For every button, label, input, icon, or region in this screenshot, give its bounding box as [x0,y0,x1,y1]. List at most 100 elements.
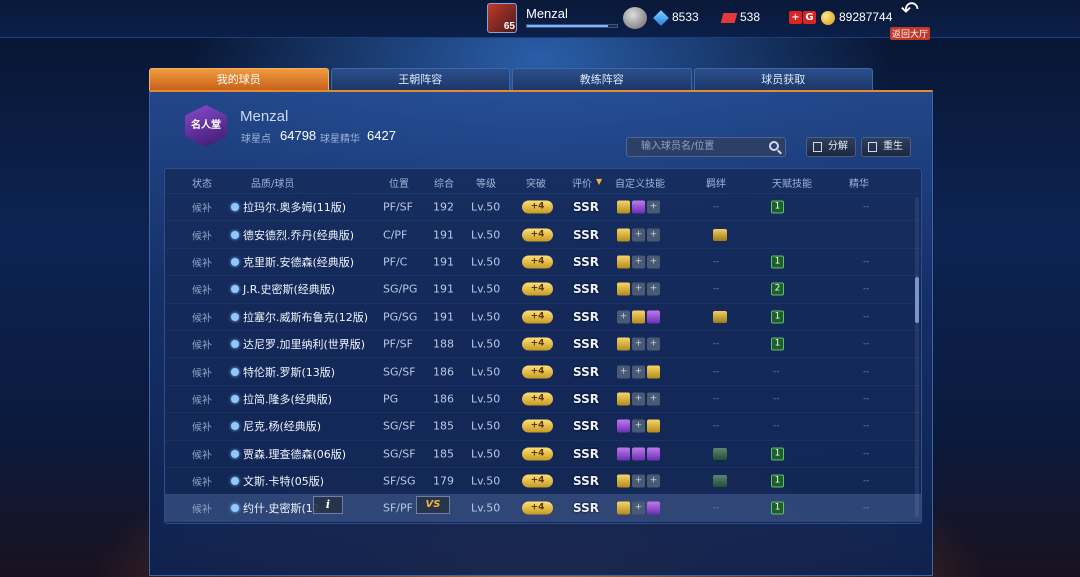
scrollbar-thumb[interactable] [915,277,919,323]
rebirth-button[interactable]: 重生 [861,137,911,157]
bond-icon[interactable] [713,447,727,460]
player-name-cell[interactable]: J.R.史密斯(经典版) [243,281,335,297]
table-row[interactable]: 候补 约什.史密斯(12 SF/PF Lv.50 +4 SSR + -- 1 -- [165,494,921,522]
empty-skill-slot-icon[interactable]: + [647,474,660,488]
talent-badge[interactable]: 1 [771,447,784,461]
col-position[interactable]: 位置 [389,175,409,190]
player-name-cell[interactable]: 拉塞尔.威斯布鲁克(12版) [243,309,368,325]
empty-skill-slot-icon[interactable]: + [647,228,660,242]
gold-skill-icon[interactable] [617,228,630,242]
talent-badge[interactable]: 1 [771,474,784,488]
player-name-cell[interactable]: 达尼罗.加里纳利(世界版) [243,336,365,352]
empty-skill-slot-icon[interactable]: + [632,282,645,296]
col-quality[interactable]: 品质/球员 [251,175,294,190]
bond-icon[interactable] [713,475,727,488]
info-icon[interactable]: i [313,496,343,514]
tab-player-acquire[interactable]: 球员获取 [693,68,873,90]
player-name-cell[interactable]: 约什.史密斯(12 [243,500,320,516]
table-row[interactable]: 候补 拉玛尔.奥多姆(11版) PF/SF 192 Lv.50 +4 SSR + -- 1 -- [165,193,921,220]
tab-dynasty-lineup[interactable]: 王朝阵容 [330,68,510,90]
empty-skill-slot-icon[interactable]: + [632,392,645,406]
player-name-cell[interactable]: 克里斯.安德森(经典版) [243,254,354,270]
scrollbar[interactable] [915,197,919,517]
talent-badge[interactable]: 2 [771,282,784,296]
table-row[interactable]: 候补 贾森.理查德森(06版) SG/SF 185 Lv.50 +4 SSR 1 -- [165,439,921,467]
talent-badge[interactable]: 1 [771,501,784,515]
player-name: Menzal [526,6,568,21]
empty-skill-slot-icon[interactable]: + [647,255,660,269]
empty-skill-slot-icon[interactable]: + [632,365,645,379]
purple-skill-icon[interactable] [632,447,645,461]
empty-skill-slot-icon[interactable]: + [632,337,645,351]
basketball-icon[interactable] [623,7,647,29]
bond-icon[interactable] [713,310,727,323]
col-breakthrough[interactable]: 突破 [526,175,546,190]
gold-skill-icon[interactable] [617,200,630,214]
gold-skill-icon[interactable] [617,392,630,406]
table-row[interactable]: 候补 克里斯.安德森(经典版) PF/C 191 Lv.50 +4 SSR + + -- 1 -- [165,247,921,275]
empty-skill-slot-icon[interactable]: + [647,282,660,296]
empty-skill-slot-icon[interactable]: + [632,501,645,515]
purple-skill-icon[interactable] [617,447,630,461]
tab-coach-lineup[interactable]: 教练阵容 [512,68,692,90]
player-name-cell[interactable]: 拉玛尔.奥多姆(11版) [243,199,346,215]
gold-skill-icon[interactable] [632,310,645,324]
gold-skill-icon[interactable] [617,474,630,488]
talent-badge[interactable]: 1 [771,200,784,214]
bond-icon[interactable] [713,228,727,241]
purple-skill-icon[interactable] [647,447,660,461]
player-name-cell[interactable]: 拉简.隆多(经典版) [243,391,332,407]
table-row[interactable]: 候补 德安德烈.乔丹(经典版) C/PF 191 Lv.50 +4 SSR + + [165,220,921,247]
player-name-cell[interactable]: 特伦斯.罗斯(13版) [243,364,335,380]
table-row[interactable]: 候补 拉塞尔.威斯布鲁克(12版) PG/SG 191 Lv.50 +4 SSR +1 -- [165,302,921,330]
compare-vs-button[interactable]: VS [416,496,450,514]
empty-skill-slot-icon[interactable]: + [647,392,660,406]
back-to-lobby-button[interactable]: ↶ 返回大厅 [890,0,930,40]
player-name-cell[interactable]: 德安德烈.乔丹(经典版) [243,227,354,243]
talent-badge[interactable]: 1 [771,255,784,269]
gold-skill-icon[interactable] [647,365,660,379]
gold-skill-icon[interactable] [647,419,660,433]
table-row[interactable]: 候补 尼克.杨(经典版) SG/SF 185 Lv.50 +4 SSR + -- -- -- [165,412,921,439]
player-name-cell[interactable]: 贾森.理查德森(06版) [243,446,346,462]
talent-badge[interactable]: 1 [771,310,784,324]
sort-desc-icon[interactable]: ▼ [596,177,602,186]
table-row[interactable]: 候补 达尼罗.加里纳利(世界版) PF/SF 188 Lv.50 +4 SSR + + -- 1 -- [165,329,921,357]
purple-skill-icon[interactable] [632,200,645,214]
search-input[interactable]: 输入球员名/位置 [626,137,786,157]
gold-skill-icon[interactable] [617,282,630,296]
table-row[interactable]: 候补 特伦斯.罗斯(13版) SG/SF 186 Lv.50 +4 SSR + + -- -- -- [165,357,921,384]
col-overall[interactable]: 综合 [434,175,454,190]
player-avatar[interactable]: 65 [487,3,517,33]
table-row[interactable]: 候补 J.R.史密斯(经典版) SG/PG 191 Lv.50 +4 SSR + + -- 2 -- [165,275,921,302]
gold-skill-icon[interactable] [617,255,630,269]
purple-skill-icon[interactable] [617,419,630,433]
gift-icon[interactable]: G [803,11,816,24]
essence-cell: -- [863,448,870,459]
decompose-button[interactable]: 分解 [806,137,856,157]
empty-skill-slot-icon[interactable]: + [617,310,630,324]
player-name-cell[interactable]: 尼克.杨(经典版) [243,418,321,434]
tab-my-players[interactable]: 我的球员 [149,68,329,90]
empty-skill-slot-icon[interactable]: + [632,474,645,488]
quality-dot-icon [231,394,239,403]
empty-skill-slot-icon[interactable]: + [617,365,630,379]
purple-skill-icon[interactable] [647,310,660,324]
empty-skill-slot-icon[interactable]: + [647,337,660,351]
player-name-cell[interactable]: 文斯.卡特(05版) [243,473,324,489]
empty-skill-slot-icon[interactable]: + [647,200,660,214]
col-rating[interactable]: 评价 [572,175,592,190]
gold-skill-icon[interactable] [617,337,630,351]
col-level[interactable]: 等级 [476,175,496,190]
empty-skill-slot-icon[interactable]: + [632,419,645,433]
table-row[interactable]: 候补 拉简.隆多(经典版) PG 186 Lv.50 +4 SSR + + -- -- -- [165,384,921,412]
talent-badge[interactable]: 1 [771,337,784,351]
purple-skill-icon[interactable] [647,501,660,515]
empty-skill-slot-icon[interactable]: + [632,255,645,269]
breakthrough-badge: +4 [522,501,553,515]
table-row[interactable]: 候补 文斯.卡特(05版) SF/SG 179 Lv.50 +4 SSR + +1 -- [165,466,921,494]
add-icon[interactable]: + [789,11,802,24]
search-icon[interactable] [769,141,779,151]
gold-skill-icon[interactable] [617,501,630,515]
empty-skill-slot-icon[interactable]: + [632,228,645,242]
